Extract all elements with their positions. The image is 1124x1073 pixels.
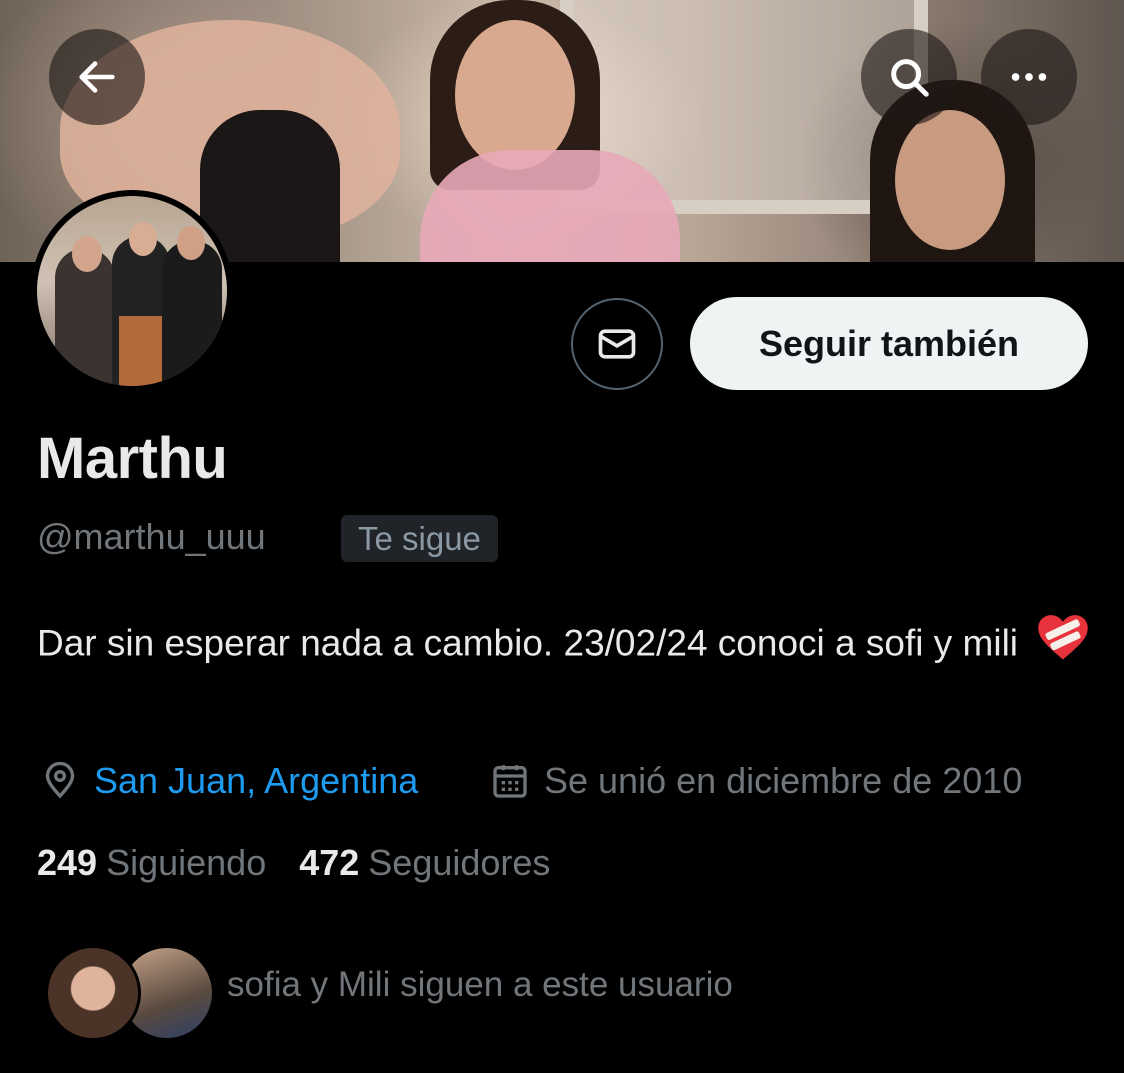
follows-you-badge: Te sigue	[341, 515, 498, 562]
more-options-button[interactable]	[981, 29, 1077, 125]
profile-name: Marthu	[37, 426, 228, 491]
back-button[interactable]	[49, 29, 145, 125]
calendar-icon	[493, 765, 527, 798]
profile-bio: Dar sin esperar nada a cambio. 23/02/24 …	[37, 612, 1097, 679]
follow-stats: 249 Siguiendo 472 Seguidores	[37, 842, 550, 884]
location-text[interactable]: San Juan, Argentina	[94, 760, 418, 802]
profile-avatar[interactable]	[31, 190, 233, 392]
following-link[interactable]: 249 Siguiendo	[37, 842, 266, 884]
followers-count: 472	[299, 842, 360, 883]
search-button[interactable]	[861, 29, 957, 125]
mending-heart-icon	[1036, 612, 1090, 679]
follow-back-button[interactable]: Seguir también	[690, 297, 1088, 390]
following-count: 249	[37, 842, 98, 883]
more-horizontal-icon	[1011, 73, 1047, 81]
followers-label: Seguidores	[368, 842, 551, 883]
avatar	[45, 945, 141, 1041]
search-icon	[891, 59, 929, 97]
profile-location[interactable]: San Juan, Argentina	[40, 757, 418, 805]
mutual-followers-avatars[interactable]	[45, 945, 215, 1041]
following-label: Siguiendo	[106, 842, 267, 883]
bio-text: Dar sin esperar nada a cambio. 23/02/24 …	[37, 622, 1019, 664]
profile-joined: Se unió en diciembre de 2010	[490, 757, 1022, 805]
message-button[interactable]	[571, 298, 663, 390]
profile-handle: @marthu_uuu	[37, 516, 266, 557]
arrow-left-icon	[79, 61, 115, 93]
mutual-followers-text[interactable]: sofia y Mili siguen a este usuario	[227, 965, 733, 1005]
location-pin-icon	[45, 761, 75, 799]
joined-text: Se unió en diciembre de 2010	[544, 760, 1023, 801]
followers-link[interactable]: 472 Seguidores	[299, 842, 550, 884]
mail-icon	[598, 329, 636, 359]
